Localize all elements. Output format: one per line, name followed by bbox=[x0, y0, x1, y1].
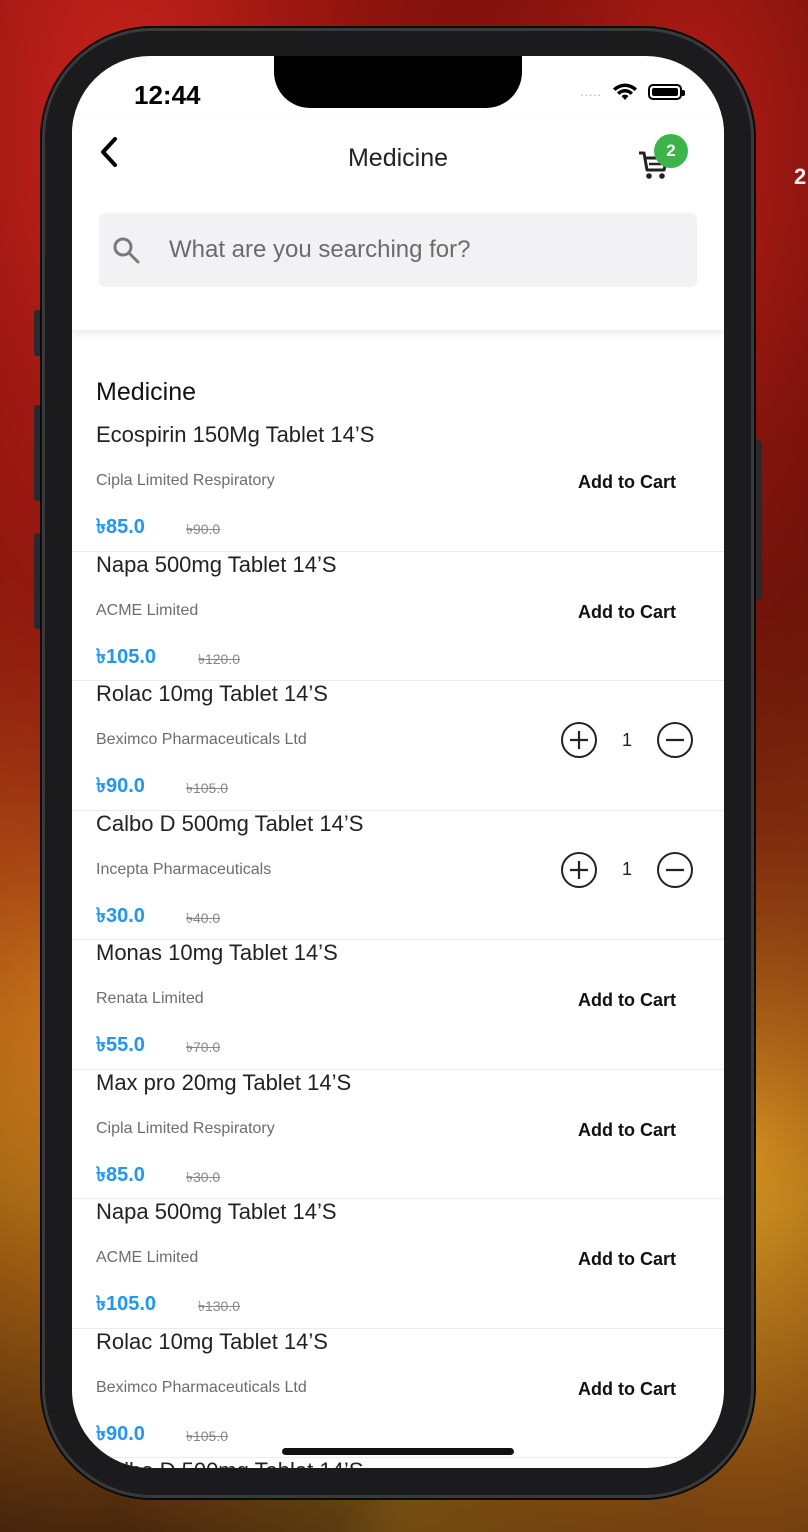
add-to-cart-button[interactable]: Add to Cart bbox=[578, 1249, 676, 1270]
old-price: ৳90.0 bbox=[186, 521, 221, 537]
list-item: Napa 500mg Tablet 14’S ACME Limited Add … bbox=[72, 552, 724, 681]
app-header: Medicine 2 bbox=[72, 116, 724, 330]
add-to-cart-button[interactable]: Add to Cart bbox=[578, 1120, 676, 1141]
increase-button[interactable] bbox=[560, 851, 598, 889]
manufacturer: ACME Limited bbox=[96, 1249, 199, 1266]
manufacturer: ACME Limited bbox=[96, 601, 199, 619]
plus-circle-icon bbox=[561, 851, 597, 888]
page-title: Medicine bbox=[347, 144, 449, 172]
product-name[interactable]: Rolac 10mg Tablet 14’S bbox=[96, 681, 328, 707]
notch bbox=[274, 56, 522, 108]
old-price: ৳105.0 bbox=[186, 1427, 229, 1444]
old-price: ৳70.0 bbox=[186, 1039, 221, 1055]
home-indicator bbox=[282, 1448, 514, 1455]
battery-icon bbox=[648, 84, 685, 100]
price: ৳105.0 bbox=[96, 645, 157, 668]
increase-button[interactable] bbox=[560, 721, 598, 759]
price: ৳30.0 bbox=[96, 904, 145, 927]
manufacturer: Renata Limited bbox=[96, 990, 204, 1007]
list-item: Rolac 10mg Tablet 14’S Beximco Pharmaceu… bbox=[72, 1329, 724, 1458]
power-button bbox=[754, 440, 762, 600]
minus-circle-icon bbox=[657, 722, 693, 758]
list-item: Monas 10mg Tablet 14’S Renata Limited Ad… bbox=[72, 940, 724, 1070]
manufacturer: Beximco Pharmaceuticals Ltd bbox=[96, 1378, 307, 1396]
manufacturer: Beximco Pharmaceuticals Ltd bbox=[96, 731, 307, 748]
price: ৳85.0 bbox=[96, 1163, 145, 1186]
product-name[interactable]: Calbo D 500mg Tablet 14’S bbox=[96, 1458, 363, 1468]
minus-circle-icon bbox=[657, 851, 693, 888]
product-name[interactable]: Calbo D 500mg Tablet 14’S bbox=[96, 811, 363, 837]
wifi-icon bbox=[613, 83, 637, 100]
old-price: ৳30.0 bbox=[186, 1168, 221, 1185]
search-bar[interactable] bbox=[99, 213, 697, 287]
quantity-stepper: 1 bbox=[560, 721, 694, 759]
manufacturer: Cipla Limited Respiratory bbox=[96, 1119, 275, 1137]
status-time: 12:44 bbox=[134, 80, 201, 110]
product-name[interactable]: Rolac 10mg Tablet 14’S bbox=[96, 1329, 328, 1355]
old-price: ৳40.0 bbox=[186, 909, 221, 926]
decrease-button[interactable] bbox=[656, 851, 694, 889]
price: ৳85.0 bbox=[96, 516, 145, 538]
wallpaper-text: 2 bbox=[794, 164, 807, 189]
add-to-cart-button[interactable]: Add to Cart bbox=[578, 990, 676, 1011]
product-name[interactable]: Napa 500mg Tablet 14’S bbox=[96, 1199, 337, 1225]
list-item: Max pro 20mg Tablet 14’S Cipla Limited R… bbox=[72, 1070, 724, 1199]
decrease-button[interactable] bbox=[656, 721, 694, 759]
old-price: ৳105.0 bbox=[186, 780, 229, 796]
list-item: Ecospirin 150Mg Tablet 14’S Cipla Limite… bbox=[72, 422, 724, 552]
silent-switch bbox=[34, 310, 42, 356]
list-item: Calbo D 500mg Tablet 14’S Incepta Pharma… bbox=[72, 811, 724, 940]
list-item: Napa 500mg Tablet 14’S ACME Limited Add … bbox=[72, 1199, 724, 1329]
add-to-cart-button[interactable]: Add to Cart bbox=[578, 1379, 676, 1400]
app-screen: 12:44 ..... Medicine 2 What are you sear… bbox=[72, 56, 724, 1468]
quantity-value: 1 bbox=[621, 729, 632, 750]
section-title: Medicine bbox=[96, 378, 197, 406]
product-name[interactable]: Max pro 20mg Tablet 14’S bbox=[96, 1070, 351, 1096]
volume-down-button bbox=[34, 533, 42, 629]
add-to-cart-button[interactable]: Add to Cart bbox=[578, 472, 676, 493]
price: ৳105.0 bbox=[96, 1293, 157, 1315]
search-icon bbox=[113, 237, 140, 264]
product-name[interactable]: Napa 500mg Tablet 14’S bbox=[96, 552, 337, 578]
quantity-stepper: 1 bbox=[560, 851, 694, 889]
volume-up-button bbox=[34, 405, 42, 501]
search-input[interactable] bbox=[167, 235, 671, 265]
add-to-cart-button[interactable]: Add to Cart bbox=[578, 602, 676, 623]
list-item: Calbo D 500mg Tablet 14’S bbox=[72, 1458, 724, 1468]
price: ৳55.0 bbox=[96, 1034, 145, 1056]
cart-count-badge: 2 bbox=[654, 134, 688, 168]
quantity-value: 1 bbox=[621, 859, 632, 879]
old-price: ৳120.0 bbox=[198, 650, 241, 667]
plus-circle-icon bbox=[561, 722, 597, 758]
manufacturer: Cipla Limited Respiratory bbox=[96, 472, 275, 489]
list-item: Rolac 10mg Tablet 14’S Beximco Pharmaceu… bbox=[72, 681, 724, 811]
old-price: ৳130.0 bbox=[198, 1298, 241, 1314]
price: ৳90.0 bbox=[96, 1422, 145, 1445]
price: ৳90.0 bbox=[96, 775, 145, 797]
manufacturer: Incepta Pharmaceuticals bbox=[96, 860, 272, 878]
status-icons: ..... bbox=[580, 82, 685, 102]
product-name[interactable]: Monas 10mg Tablet 14’S bbox=[96, 940, 338, 966]
signal-icon: ..... bbox=[580, 85, 602, 99]
product-name[interactable]: Ecospirin 150Mg Tablet 14’S bbox=[96, 422, 374, 448]
